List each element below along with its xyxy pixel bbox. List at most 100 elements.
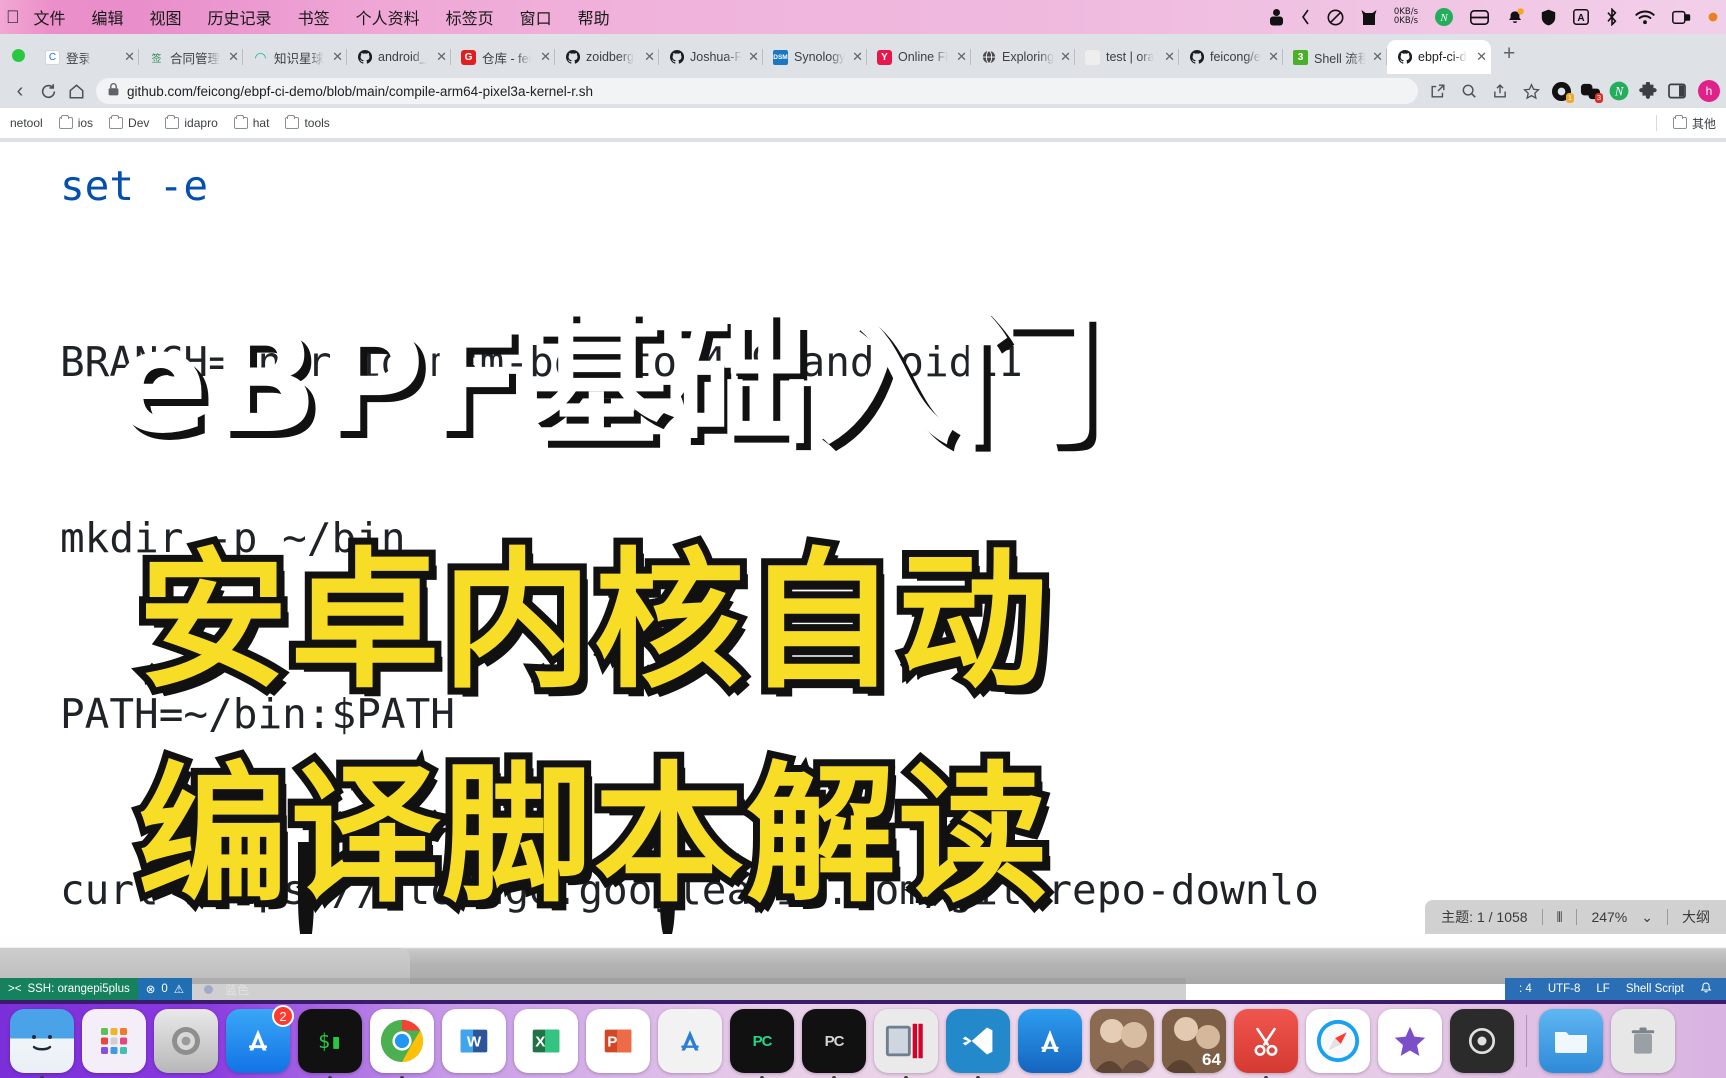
bookmark-item-4[interactable]: hat [233, 114, 269, 130]
layout-toggle-icon[interactable]: ⫴ [1557, 909, 1563, 926]
dock-item-system-settings[interactable] [154, 1009, 218, 1073]
other-bookmarks-button[interactable]: 其他 [1672, 114, 1716, 132]
dock-item-photo-album-1[interactable] [1090, 1009, 1154, 1073]
dock-item-safari[interactable] [1306, 1009, 1370, 1073]
browser-tab-11[interactable]: feicong/e ✕ [1179, 40, 1283, 74]
menu-item-history[interactable]: 历史记录 [208, 5, 272, 29]
notification-bell-icon[interactable] [1700, 981, 1712, 997]
extension-icon-1[interactable]: 1 [1548, 78, 1574, 104]
control-center-icon[interactable] [1708, 6, 1718, 28]
browser-tab-0[interactable]: C 登录 ✕ [35, 40, 139, 74]
side-panel-icon[interactable] [1664, 78, 1690, 104]
dock-item-quicklook[interactable] [1450, 1009, 1514, 1073]
tab-close-icon[interactable]: ✕ [1164, 49, 1175, 65]
shield-icon[interactable] [1541, 6, 1556, 28]
browser-tab-8[interactable]: Y Online Fl ✕ [867, 40, 971, 74]
browser-tab-6[interactable]: Joshua-F ✕ [659, 40, 763, 74]
profile-avatar[interactable]: h [1698, 80, 1720, 102]
tab-close-icon[interactable]: ✕ [1060, 49, 1071, 65]
browser-tab-5[interactable]: zoidberg ✕ [555, 40, 659, 74]
dock-item-app-store-alt[interactable] [658, 1009, 722, 1073]
tab-close-icon[interactable]: ✕ [436, 49, 447, 65]
extensions-puzzle-icon[interactable] [1635, 78, 1661, 104]
new-tab-button[interactable]: + [1491, 42, 1525, 74]
dock-item-parallels[interactable] [874, 1009, 938, 1078]
browser-tab-13-active[interactable]: ebpf-ci-d ✕ [1387, 40, 1491, 74]
dock-item-terminal[interactable]: $▮ [298, 1009, 362, 1078]
address-bar[interactable]: github.com/feicong/ebpf-ci-demo/blob/mai… [96, 78, 1418, 104]
menu-item-window[interactable]: 窗口 [520, 5, 552, 29]
neteasemusic-icon[interactable]: N [1435, 6, 1453, 28]
browser-tab-1[interactable]: 签合同管理 ✕ [139, 40, 243, 74]
browser-tab-9[interactable]: Exploring ✕ [971, 40, 1075, 74]
share-icon[interactable] [1424, 77, 1452, 105]
search-page-icon[interactable] [1455, 77, 1483, 105]
cat-icon[interactable] [1361, 6, 1377, 28]
tab-close-icon[interactable]: ✕ [124, 49, 135, 65]
menu-item-file[interactable]: 文件 [34, 5, 66, 29]
cursor-position[interactable]: : 4 [1519, 983, 1532, 995]
recording-icon[interactable] [1269, 6, 1284, 28]
screen-mirroring-icon[interactable] [1672, 6, 1691, 28]
tab-close-icon[interactable]: ✕ [332, 49, 343, 65]
tab-close-icon[interactable]: ✕ [956, 49, 967, 65]
vscode-problems-indicator[interactable]: ⊗ 0 ⚠ [137, 978, 193, 1000]
dock-item-microsoft-powerpoint[interactable]: P [586, 1009, 650, 1073]
apple-logo-icon[interactable]:  [6, 7, 20, 28]
tab-close-icon[interactable]: ✕ [644, 49, 655, 65]
dock-item-vscode[interactable] [946, 1009, 1010, 1078]
do-not-disturb-icon[interactable] [1327, 6, 1344, 28]
network-speed-indicator[interactable]: 0KB/s 0KB/s [1394, 6, 1418, 28]
chevron-left-icon[interactable] [1301, 6, 1310, 28]
bookmark-item-0[interactable]: netool [10, 116, 43, 130]
chevron-down-icon[interactable]: ⌄ [1641, 909, 1653, 926]
dock-item-app-store[interactable]: 2 [226, 1005, 294, 1073]
bookmark-item-2[interactable]: Dev [109, 114, 149, 130]
tab-close-icon[interactable]: ✕ [1476, 49, 1487, 65]
menu-item-tabs[interactable]: 标签页 [446, 5, 494, 29]
browser-tab-2[interactable]: ◠ 知识星球 ✕ [243, 40, 347, 74]
dock-item-pycharm[interactable]: PC [730, 1009, 794, 1078]
battery-icon[interactable] [1470, 6, 1489, 28]
menu-item-edit[interactable]: 编辑 [92, 5, 124, 29]
dock-item-photo-album-2[interactable]: 64 [1162, 1009, 1226, 1073]
language-mode[interactable]: Shell Script [1626, 983, 1684, 995]
browser-tab-10[interactable]: test | ora ✕ [1075, 40, 1179, 74]
bluetooth-icon[interactable] [1606, 6, 1618, 28]
dock-item-microsoft-word[interactable]: W [442, 1009, 506, 1073]
bookmark-star-icon[interactable] [1517, 77, 1545, 105]
browser-tab-4[interactable]: G 仓库 - fei ✕ [451, 40, 555, 74]
extension-icon-2[interactable]: 3 [1577, 78, 1603, 104]
menu-item-view[interactable]: 视图 [150, 5, 182, 29]
dock-item-snipaste[interactable] [1234, 1009, 1298, 1078]
notification-bell-icon[interactable] [1506, 6, 1524, 28]
line-ending[interactable]: LF [1596, 983, 1609, 995]
reload-button[interactable] [34, 77, 62, 105]
tab-close-icon[interactable]: ✕ [1372, 49, 1383, 65]
tab-close-icon[interactable]: ✕ [228, 49, 239, 65]
dock-item-pycharm-ce[interactable]: PC [802, 1009, 866, 1078]
dock-item-trash[interactable] [1611, 1009, 1675, 1073]
window-green-button[interactable] [12, 49, 25, 62]
dock-item-finder[interactable] [10, 1009, 74, 1078]
outline-button[interactable]: 大纲 [1682, 907, 1710, 927]
menu-item-help[interactable]: 帮助 [578, 5, 610, 29]
bookmark-item-5[interactable]: tools [285, 114, 330, 130]
extension-icon-netease[interactable]: N [1606, 78, 1632, 104]
dock-item-finder-folder[interactable] [1539, 1009, 1603, 1073]
dock-item-xcode[interactable] [1018, 1009, 1082, 1073]
bookmark-item-1[interactable]: ios [58, 114, 93, 130]
bookmark-item-3[interactable]: idapro [165, 114, 218, 130]
dock-item-iina[interactable] [1378, 1009, 1442, 1073]
tab-close-icon[interactable]: ✕ [748, 49, 759, 65]
wifi-icon[interactable] [1635, 6, 1655, 28]
home-button[interactable] [62, 77, 90, 105]
tab-close-icon[interactable]: ✕ [1268, 49, 1279, 65]
back-button[interactable]: ‹ [6, 77, 34, 105]
input-source-icon[interactable]: A [1573, 6, 1589, 28]
browser-tab-7[interactable]: DSM Synology ✕ [763, 40, 867, 74]
tab-close-icon[interactable]: ✕ [540, 49, 551, 65]
upload-icon[interactable] [1486, 77, 1514, 105]
menu-item-bookmarks[interactable]: 书签 [298, 5, 330, 29]
vscode-branch-label[interactable]: 蓝色 [225, 981, 249, 998]
